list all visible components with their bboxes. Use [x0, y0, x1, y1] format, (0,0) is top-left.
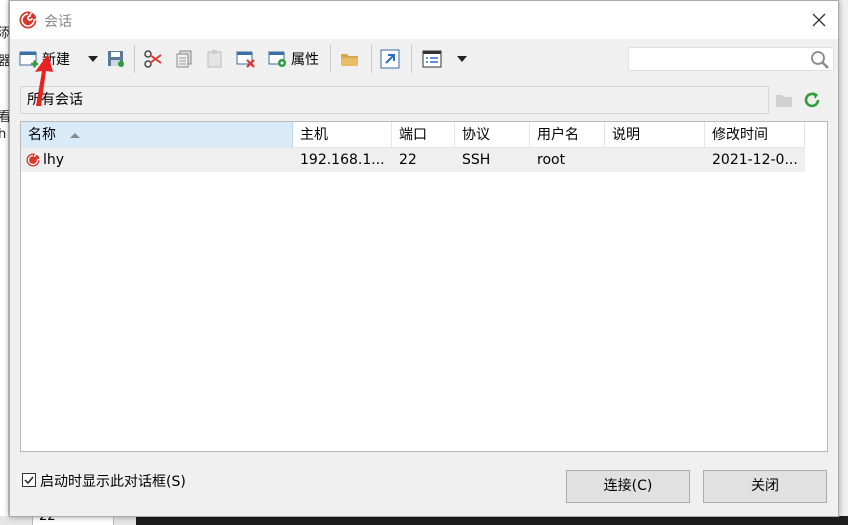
shortcut-icon [380, 49, 400, 69]
path-actions [773, 89, 823, 111]
session-modified: 2021-12-0... [712, 152, 798, 168]
session-name: lhy [43, 152, 65, 168]
background-bottom-panel: 22 [0, 510, 136, 525]
toolbar: 新建 属性 [10, 39, 838, 79]
save-icon [108, 51, 124, 67]
session-protocol: SSH [462, 152, 491, 168]
background-terminal-edge [136, 516, 848, 525]
column-header-protocol[interactable]: 协议 [455, 122, 530, 148]
search-box [628, 47, 834, 71]
paste-button[interactable] [205, 47, 225, 71]
show-on-startup-checkbox[interactable] [22, 473, 36, 487]
session-description [605, 148, 705, 172]
session-port: 22 [399, 152, 417, 168]
delete-button[interactable] [236, 47, 256, 71]
session-dialog: 会话 新建 属性 所有会话 名称 主机 端口 协议 用户名 说明 修改时间 lh… [9, 0, 839, 517]
session-icon [26, 153, 41, 167]
copy-button[interactable] [174, 47, 194, 71]
folder-path: 所有会话 [20, 86, 769, 114]
column-header-modified[interactable]: 修改时间 [705, 122, 805, 148]
title-bar: 会话 [10, 1, 838, 39]
dialog-title: 会话 [44, 14, 72, 30]
view-button[interactable] [422, 47, 442, 71]
column-header-port[interactable]: 端口 [392, 122, 455, 148]
column-header-name[interactable]: 名称 [21, 122, 293, 148]
bg-fragment: h [0, 127, 7, 142]
chevron-down-icon [457, 56, 467, 62]
search-icon[interactable] [810, 50, 830, 70]
toolbar-separator [330, 45, 331, 73]
folder-icon [341, 54, 358, 66]
new-session-icon [19, 51, 38, 68]
new-session-button[interactable]: 新建 [19, 47, 70, 71]
go-up-folder-icon[interactable] [773, 89, 795, 111]
new-session-label: 新建 [42, 52, 70, 68]
delete-icon [236, 51, 255, 68]
session-list: 名称 主机 端口 协议 用户名 说明 修改时间 lhy 192.168.1...… [20, 121, 828, 452]
background-window-strip: 添 器 看 h [0, 0, 11, 525]
properties-icon [268, 51, 286, 67]
cut-icon [144, 50, 162, 68]
properties-button[interactable]: 属性 [268, 47, 319, 71]
paste-icon [207, 50, 222, 68]
cut-button[interactable] [143, 47, 163, 71]
toolbar-separator [371, 45, 372, 73]
list-view-icon [422, 50, 442, 68]
connect-button[interactable]: 连接(C) [566, 470, 690, 503]
refresh-icon[interactable] [801, 89, 823, 111]
close-button[interactable]: 关闭 [703, 470, 827, 503]
chevron-down-icon [88, 56, 98, 62]
close-icon[interactable] [808, 9, 830, 31]
show-on-startup-label[interactable]: 启动时显示此对话框(S) [40, 471, 186, 491]
properties-label: 属性 [291, 52, 319, 68]
search-input[interactable] [629, 48, 807, 70]
app-logo-icon [19, 11, 38, 29]
session-user: root [537, 152, 566, 168]
column-header-username[interactable]: 用户名 [530, 122, 605, 148]
session-name-cell: lhy [21, 148, 293, 172]
session-host: 192.168.1... [300, 152, 385, 168]
copy-icon [176, 50, 192, 68]
view-dropdown-button[interactable] [457, 47, 467, 71]
column-header-label: 名称 [28, 127, 56, 143]
new-dropdown-button[interactable] [88, 47, 98, 71]
table-row[interactable]: lhy 192.168.1... 22 SSH root 2021-12-0..… [21, 148, 805, 172]
column-header-description[interactable]: 说明 [605, 122, 705, 148]
open-folder-button[interactable] [340, 47, 360, 71]
toolbar-separator [134, 45, 135, 73]
sort-ascending-icon [70, 132, 80, 138]
column-header-host[interactable]: 主机 [293, 122, 392, 148]
checkmark-icon [24, 476, 34, 485]
create-shortcut-button[interactable] [380, 47, 400, 71]
save-button[interactable] [106, 47, 126, 71]
toolbar-separator [411, 45, 412, 73]
